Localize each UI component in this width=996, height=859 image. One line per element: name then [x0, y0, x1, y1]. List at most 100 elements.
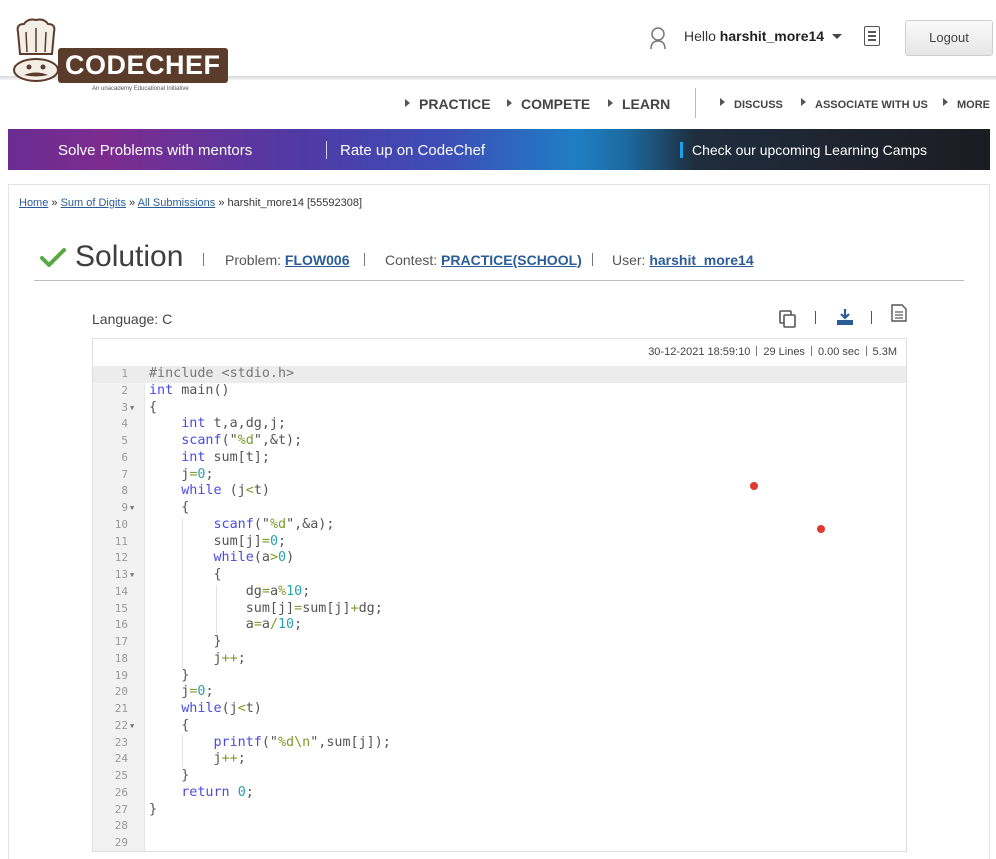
- code-text: sum[j]=sum[j]+dg;: [149, 600, 383, 616]
- download-icon[interactable]: [836, 308, 854, 326]
- code-line: 14 dg=a%10;: [93, 584, 906, 601]
- promo-banner[interactable]: Solve Problems with mentors Rate up on C…: [8, 129, 990, 170]
- code-text: j=0;: [149, 466, 214, 482]
- check-icon: [40, 248, 66, 267]
- code-line: 8 while (j<t): [93, 483, 906, 500]
- line-number: 9: [121, 501, 128, 514]
- nav-associate[interactable]: ASSOCIATE WITH US: [801, 98, 928, 114]
- user-icon[interactable]: [648, 26, 668, 50]
- banner-camps-link[interactable]: Check our upcoming Learning Camps: [692, 142, 927, 158]
- code-text: sum[j]=0;: [149, 533, 287, 549]
- arrow-right-icon: [507, 99, 512, 107]
- code-text: while(j<t): [181, 701, 262, 716]
- user-link[interactable]: harshit_more14: [649, 252, 753, 268]
- code-text: }: [149, 801, 158, 817]
- arrow-right-icon: [608, 99, 613, 107]
- breadcrumb: Home » Sum of Digits » All Submissions »…: [19, 197, 363, 209]
- toolbar-divider: [871, 311, 872, 324]
- banner-mentors-link[interactable]: Solve Problems with mentors: [58, 142, 252, 159]
- code-line: 23 printf("%d\n",sum[j]);: [93, 735, 906, 752]
- code-text: scanf("%d",&t);: [181, 433, 303, 448]
- code-text: int t,a,dg,j;: [181, 416, 287, 432]
- meta-divider: [364, 253, 365, 266]
- code-line: 13 ▼ {: [93, 567, 906, 584]
- copy-icon[interactable]: [779, 310, 797, 328]
- line-count: 29 Lines: [763, 346, 805, 358]
- banner-divider: [326, 141, 327, 159]
- banner-accent-bar: [680, 142, 683, 158]
- arrow-right-icon: [801, 98, 806, 106]
- memory-usage: 5.3M: [872, 346, 897, 358]
- title-divider: [34, 280, 964, 281]
- contest-link[interactable]: PRACTICE(SCHOOL): [441, 252, 582, 268]
- marker-dot: [817, 525, 825, 533]
- toolbar-divider: [815, 311, 816, 324]
- code-line: 17 }: [93, 634, 906, 651]
- problem-link[interactable]: FLOW006: [285, 252, 350, 268]
- breadcrumb-problem[interactable]: Sum of Digits: [61, 197, 126, 209]
- logout-button[interactable]: Logout: [905, 20, 993, 56]
- banner-rateup-link[interactable]: Rate up on CodeChef: [340, 142, 485, 159]
- fold-caret-icon[interactable]: ▼: [130, 500, 134, 517]
- document-icon[interactable]: [891, 304, 907, 322]
- line-number: 24: [114, 752, 128, 766]
- code-line: 28: [93, 818, 906, 835]
- code-line: 6 int sum[t];: [93, 450, 906, 467]
- fold-caret-icon[interactable]: ▼: [130, 400, 134, 417]
- nav-learn[interactable]: LEARN: [608, 96, 670, 112]
- meta-divider: [203, 253, 204, 266]
- nav-compete[interactable]: COMPETE: [507, 96, 590, 112]
- code-text: {: [149, 399, 158, 415]
- breadcrumb-current: harshit_more14 [55592308]: [227, 197, 363, 209]
- nav-practice[interactable]: PRACTICE: [405, 96, 491, 112]
- arrow-right-icon: [943, 98, 948, 106]
- notes-icon[interactable]: [864, 26, 880, 46]
- caret-down-icon[interactable]: [832, 34, 842, 39]
- submission-datetime: 30-12-2021 18:59:10: [648, 346, 751, 358]
- code-line: 29: [93, 835, 906, 852]
- arrow-right-icon: [405, 99, 410, 107]
- code-text: {: [149, 567, 222, 582]
- code-text: int main(): [149, 382, 230, 398]
- line-number: 19: [114, 668, 128, 682]
- breadcrumb-submissions[interactable]: All Submissions: [138, 197, 216, 209]
- code-text: printf("%d\n",sum[j]);: [213, 734, 391, 750]
- code-editor[interactable]: 1 #include <stdio.h> 2 int main() 3 ▼{4 int t…: [93, 366, 906, 852]
- line-number: 5: [121, 434, 128, 447]
- line-number: 7: [121, 467, 128, 481]
- line-number: 17: [114, 635, 128, 648]
- code-text: return 0;: [181, 784, 254, 800]
- code-line: 3 ▼ {: [93, 400, 906, 417]
- line-number: 14: [114, 584, 128, 598]
- exec-time: 0.00 sec: [817, 346, 860, 358]
- arrow-right-icon: [720, 98, 725, 106]
- nav-more[interactable]: MORE: [943, 98, 990, 114]
- code-line: 4 int t,a,dg,j;: [93, 416, 906, 433]
- meta-divider: [592, 253, 593, 266]
- greeting-text: Hello: [684, 28, 716, 44]
- user-greeting[interactable]: Hello harshit_more14: [684, 28, 824, 44]
- username: harshit_more14: [719, 28, 825, 44]
- code-line: 11 sum[j]=0;: [93, 534, 906, 551]
- language-label: Language: C: [92, 311, 173, 327]
- code-text: a=a/10;: [149, 617, 303, 633]
- line-number: 18: [114, 651, 128, 665]
- fold-caret-icon[interactable]: ▼: [130, 718, 134, 735]
- breadcrumb-home[interactable]: Home: [19, 197, 48, 209]
- line-number: 6: [121, 450, 128, 464]
- marker-dot: [750, 482, 758, 490]
- code-stats: 30-12-2021 18:59:10 29 Lines 0.00 sec 5.3M: [92, 346, 897, 358]
- code-text: j++;: [149, 650, 246, 666]
- nav-discuss[interactable]: DISCUSS: [720, 98, 783, 114]
- code-line: 24 j++;: [93, 751, 906, 768]
- line-number: 27: [114, 802, 128, 816]
- code-line: 19 }: [93, 668, 906, 685]
- fold-caret-icon[interactable]: ▼: [130, 567, 134, 584]
- line-number: 11: [114, 534, 128, 548]
- problem-meta: Problem: FLOW006: [225, 252, 350, 268]
- code-line: 5 scanf("%d",&t);: [93, 433, 906, 450]
- code-text: j++;: [149, 751, 246, 767]
- line-number: 16: [114, 618, 128, 632]
- logo-tagline: An unacademy Educational Initiative: [92, 86, 189, 92]
- codechef-logo[interactable]: CODECHEF An unacademy Educational Initia…: [6, 18, 228, 98]
